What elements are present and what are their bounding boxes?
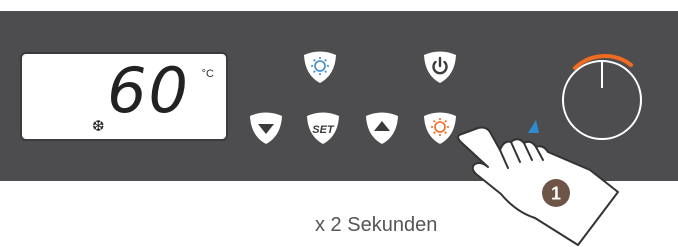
power-button[interactable] (424, 51, 456, 84)
pointing-hand-icon (457, 126, 619, 246)
light-button[interactable] (304, 51, 336, 84)
step-badge: 1 (542, 179, 570, 207)
down-button[interactable] (250, 112, 282, 145)
light-button-active[interactable] (424, 112, 456, 145)
set-button[interactable]: SET (307, 112, 339, 145)
up-button[interactable] (366, 112, 398, 145)
rotary-knob[interactable] (562, 54, 642, 140)
indicator-triangle (528, 120, 539, 133)
set-label: SET (312, 124, 335, 136)
duration-caption: x 2 Sekunden (315, 214, 438, 236)
step-badge-number: 1 (551, 184, 561, 204)
